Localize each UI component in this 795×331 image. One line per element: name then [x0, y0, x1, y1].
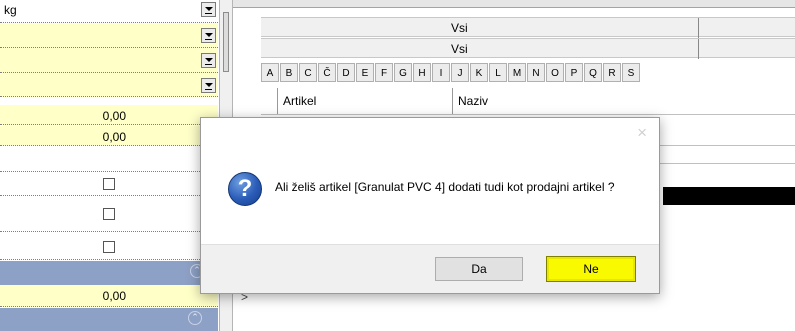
column-header-naziv[interactable]: Naziv	[452, 88, 795, 114]
letter-filter-cc[interactable]: Č	[318, 63, 336, 82]
letter-filter-g[interactable]: G	[394, 63, 412, 82]
group-row-1-label: Vsi	[451, 21, 468, 35]
chevron-down-icon[interactable]	[201, 28, 216, 43]
numeric-field-3[interactable]: 0,00	[0, 285, 218, 307]
numeric-field-1[interactable]: 0,00	[0, 105, 218, 125]
grid-row-line	[261, 114, 795, 115]
numeric-value-3: 0,00	[102, 289, 126, 303]
letter-filter-i[interactable]: I	[432, 63, 450, 82]
column-divider	[698, 18, 699, 38]
letter-filter-h[interactable]: H	[413, 63, 431, 82]
close-icon[interactable]: ×	[637, 123, 647, 143]
letter-filter-f[interactable]: F	[375, 63, 393, 82]
confirm-dialog: × ? Ali želiš artikel [Granulat PVC 4] d…	[200, 117, 660, 294]
letter-filter-m[interactable]: M	[508, 63, 526, 82]
select-field-4[interactable]	[0, 73, 218, 97]
grid-top-strip	[233, 0, 795, 8]
letter-filter-r[interactable]: R	[603, 63, 621, 82]
checkbox-row-1	[0, 172, 218, 196]
letter-filter-q[interactable]: Q	[584, 63, 602, 82]
numeric-field-2[interactable]: 0,00	[0, 126, 218, 146]
numeric-value-2: 0,00	[102, 130, 126, 144]
dialog-message: Ali želiš artikel [Granulat PVC 4] dodat…	[275, 180, 615, 194]
letter-filter-bar: A B C Č D E F G H I J K L M N O P Q R S	[261, 63, 795, 83]
blank-field[interactable]	[0, 150, 218, 172]
letter-filter-b[interactable]: B	[280, 63, 298, 82]
letter-filter-p[interactable]: P	[565, 63, 583, 82]
letter-filter-j[interactable]: J	[451, 63, 469, 82]
checkbox-1[interactable]	[103, 178, 115, 190]
dialog-footer: Da Ne	[201, 244, 659, 293]
selected-row-bar[interactable]	[663, 187, 795, 205]
unit-dropdown-arrow-icon[interactable]	[201, 2, 216, 17]
numeric-value-1: 0,00	[102, 109, 126, 123]
letter-filter-k[interactable]: K	[470, 63, 488, 82]
checkbox-row-2	[0, 196, 218, 232]
checkbox-2[interactable]	[103, 208, 115, 220]
checkbox-row-3	[0, 232, 218, 260]
letter-filter-o[interactable]: O	[546, 63, 564, 82]
checkbox-3[interactable]	[103, 241, 115, 253]
column-header-artikel[interactable]: Artikel	[277, 88, 452, 114]
group-row-2-label: Vsi	[451, 42, 468, 56]
chevron-down-icon[interactable]	[201, 53, 216, 68]
column-divider	[698, 39, 699, 59]
section-header-1[interactable]: ⌃	[0, 261, 218, 285]
unit-select[interactable]: kg	[0, 0, 218, 23]
collapse-icon[interactable]: ⌃	[188, 311, 202, 325]
left-form-panel: kg 0,00 0,00 ⌃ 0,00 ⌃	[0, 0, 220, 331]
letter-filter-a[interactable]: A	[261, 63, 279, 82]
select-field-2[interactable]	[0, 23, 218, 48]
letter-filter-c[interactable]: C	[299, 63, 317, 82]
letter-filter-n[interactable]: N	[527, 63, 545, 82]
letter-filter-e[interactable]: E	[356, 63, 374, 82]
letter-filter-d[interactable]: D	[337, 63, 355, 82]
section-header-2[interactable]: ⌃	[0, 308, 218, 331]
unit-value: kg	[4, 3, 17, 17]
no-button[interactable]: Ne	[546, 256, 636, 282]
yes-button[interactable]: Da	[435, 257, 523, 281]
letter-filter-s[interactable]: S	[622, 63, 640, 82]
group-row-1[interactable]: Vsi	[261, 17, 795, 38]
chevron-down-icon[interactable]	[201, 78, 216, 93]
group-row-2[interactable]: Vsi	[261, 38, 795, 59]
question-icon: ?	[228, 172, 262, 206]
select-field-3[interactable]	[0, 48, 218, 73]
letter-filter-l[interactable]: L	[489, 63, 507, 82]
splitter-handle[interactable]	[223, 12, 229, 72]
